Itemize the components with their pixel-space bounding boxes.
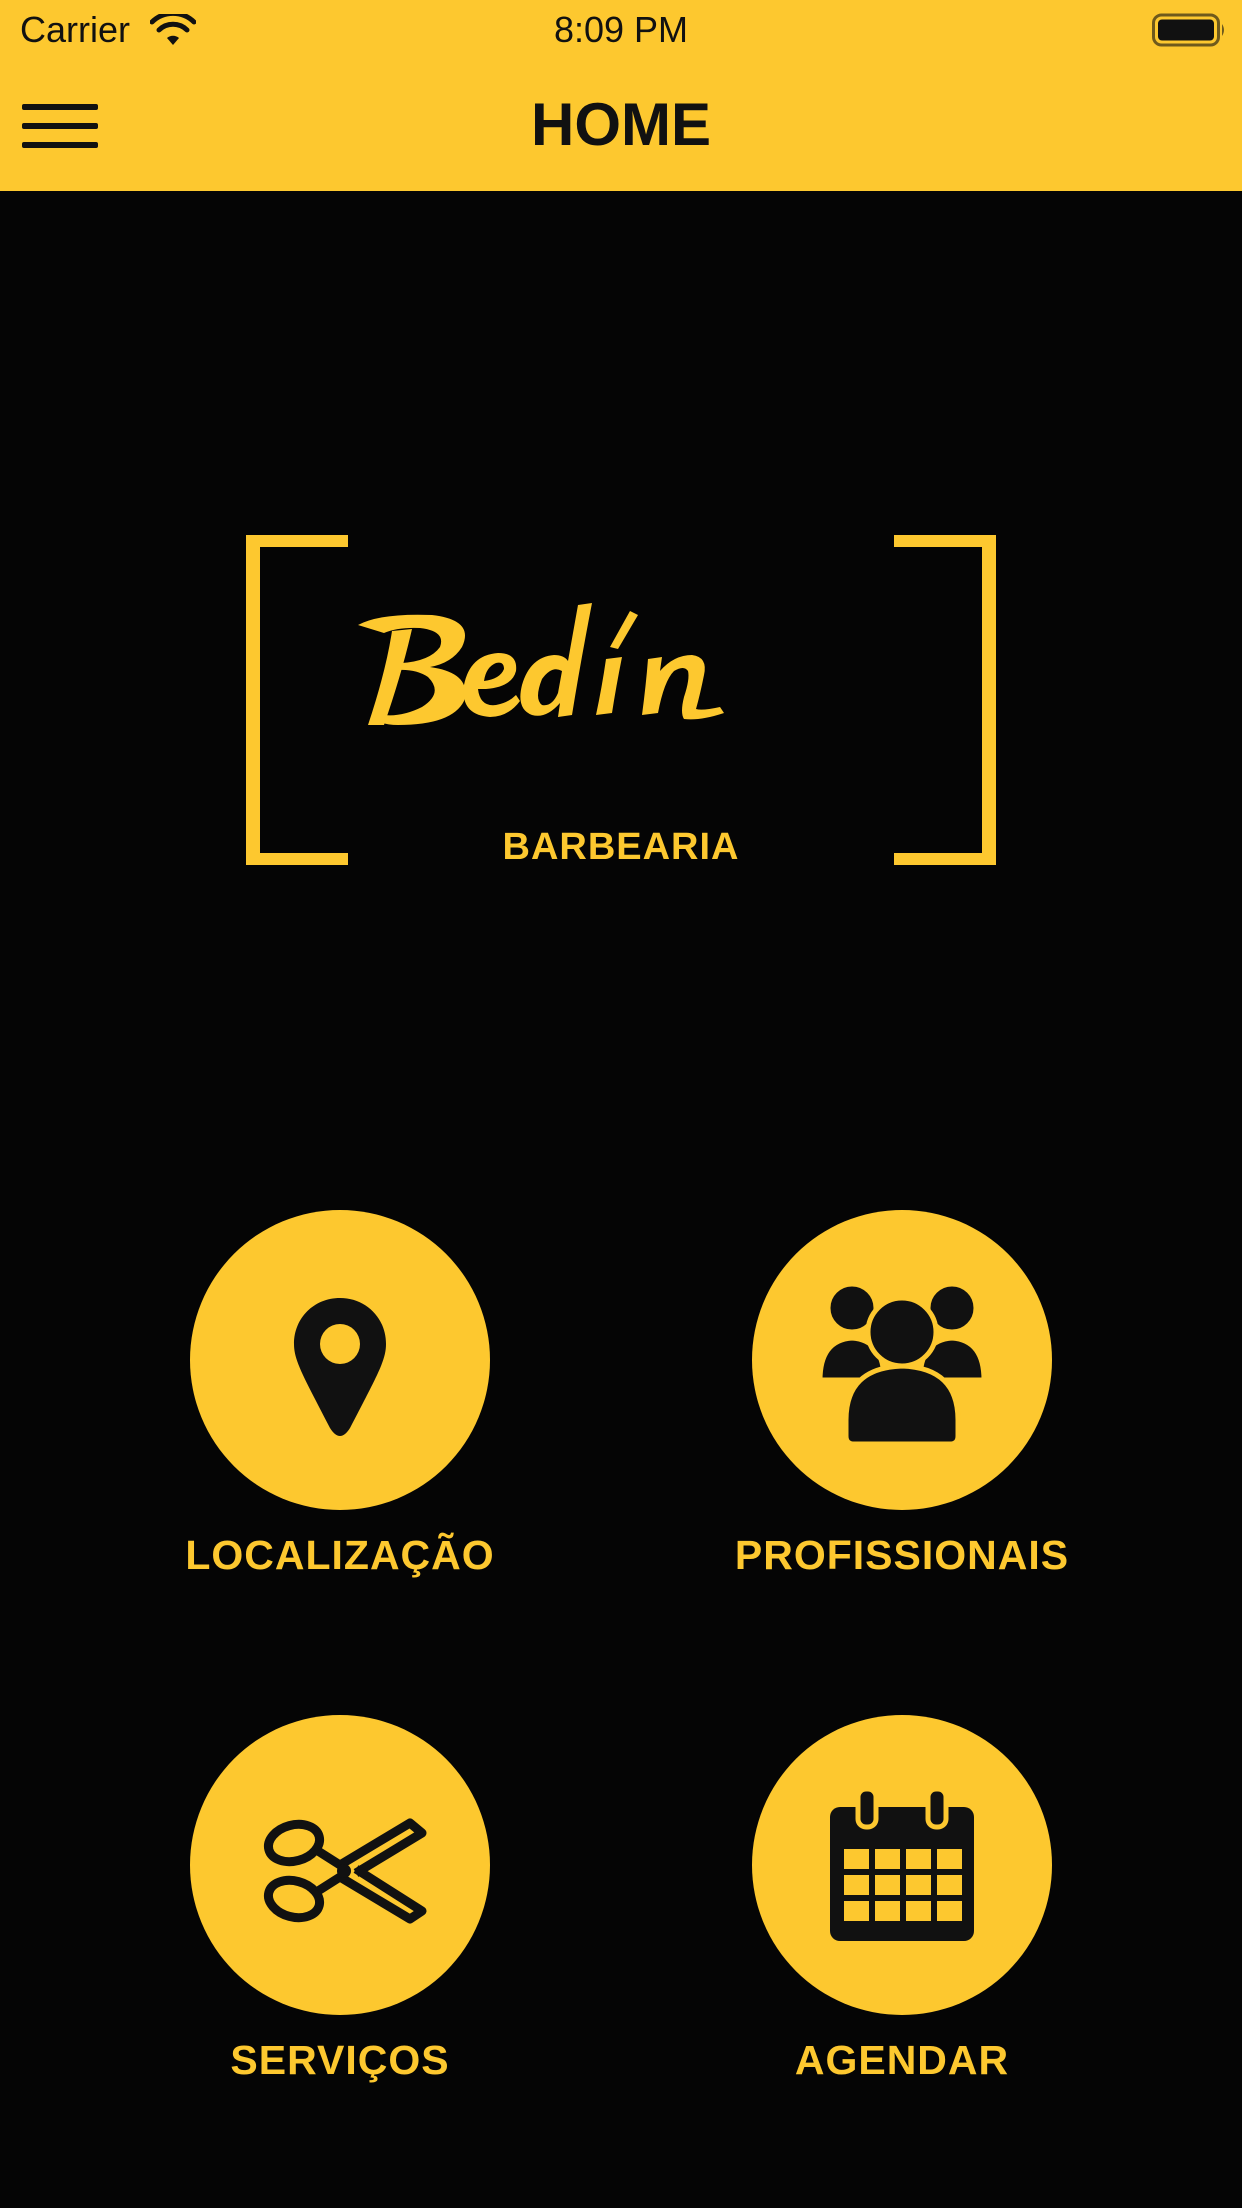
battery-icon [1152, 13, 1224, 47]
brand-logo: BARBEARIA [240, 535, 1002, 868]
navigation-bar: HOME [0, 60, 1242, 191]
schedule-label[interactable]: AGENDAR [692, 2035, 1112, 2085]
services-circle[interactable] [190, 1715, 490, 2015]
location-circle[interactable] [190, 1210, 490, 1510]
calendar-icon [830, 1786, 974, 1941]
professionals-circle[interactable] [752, 1210, 1052, 1510]
scissors-icon [263, 1818, 427, 1924]
page-title: HOME [531, 91, 711, 158]
schedule-menu-button[interactable]: AGENDAR [692, 1715, 1112, 2085]
location-label[interactable]: LOCALIZAÇÃO [130, 1530, 550, 1580]
users-group-icon [817, 1281, 987, 1447]
logo-left-bracket [246, 535, 348, 865]
schedule-circle[interactable] [752, 1715, 1052, 2015]
location-pin-icon [294, 1298, 386, 1436]
status-time: 8:09 PM [553, 9, 689, 50]
logo-right-bracket [894, 535, 996, 865]
services-menu-button[interactable]: SERVIÇOS [130, 1715, 550, 2085]
app-header: Carrier 8:09 PM HOME [0, 0, 1242, 191]
logo-subtitle: BARBEARIA [502, 826, 740, 868]
services-label[interactable]: SERVIÇOS [130, 2035, 550, 2085]
logo-script-wordmark [358, 603, 724, 725]
professionals-label[interactable]: PROFISSIONAIS [692, 1530, 1112, 1580]
location-menu-button[interactable]: LOCALIZAÇÃO [130, 1210, 550, 1580]
professionals-menu-button[interactable]: PROFISSIONAIS [692, 1210, 1112, 1580]
status-bar: Carrier 8:09 PM [0, 0, 1242, 60]
